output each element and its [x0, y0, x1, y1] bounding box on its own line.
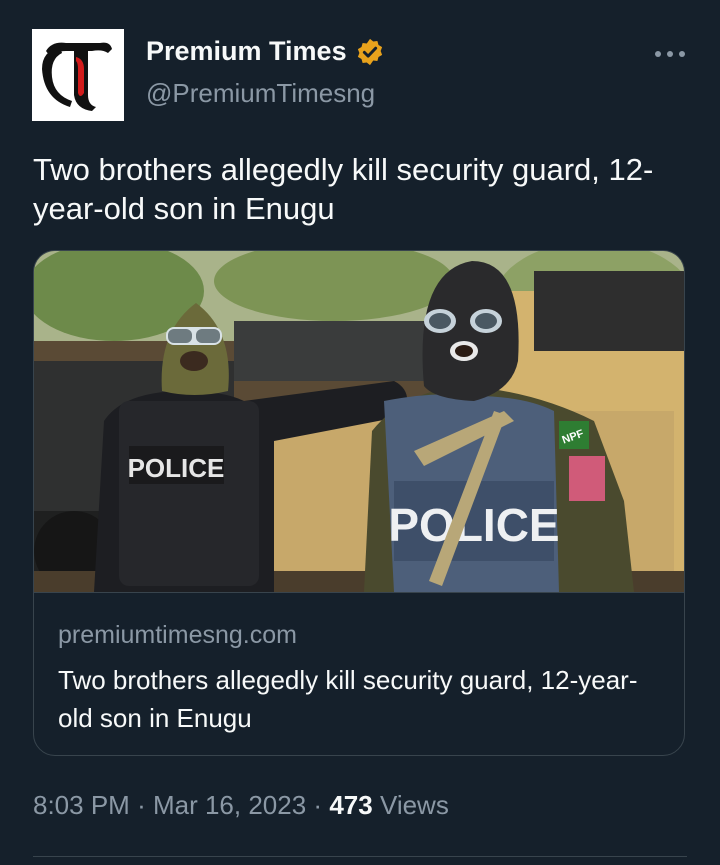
tweet-date[interactable]: Mar 16, 2023	[153, 790, 306, 820]
tweet-time[interactable]: 8:03 PM	[33, 790, 130, 820]
author-avatar[interactable]	[32, 29, 124, 121]
author-handle[interactable]: @PremiumTimesng	[146, 78, 375, 109]
link-card[interactable]: POLICE POLICE NPF premiumtimesng.com Two…	[33, 250, 685, 756]
card-title: Two brothers allegedly kill security gua…	[58, 665, 638, 733]
verified-badge-icon	[357, 38, 382, 65]
author-name[interactable]: Premium Times	[146, 36, 347, 67]
views-label: Views	[379, 790, 449, 820]
meta-separator: ·	[313, 790, 323, 820]
tweet-text: Two brothers allegedly kill security gua…	[33, 152, 654, 226]
more-options-icon[interactable]	[652, 44, 688, 64]
news-photo[interactable]: POLICE POLICE NPF	[34, 251, 685, 592]
card-divider	[34, 592, 684, 593]
vest-text-right: POLICE	[388, 499, 559, 551]
vest-text-left: POLICE	[128, 453, 225, 483]
divider-line	[33, 856, 687, 857]
tweet-meta: 8:03 PM · Mar 16, 2023 · 473 Views	[33, 790, 449, 821]
views-count: 473	[329, 790, 373, 820]
card-domain: premiumtimesng.com	[58, 621, 297, 649]
premium-times-logo-icon	[32, 29, 124, 121]
author-name-row[interactable]: Premium Times	[146, 36, 385, 67]
meta-separator: ·	[137, 790, 146, 820]
